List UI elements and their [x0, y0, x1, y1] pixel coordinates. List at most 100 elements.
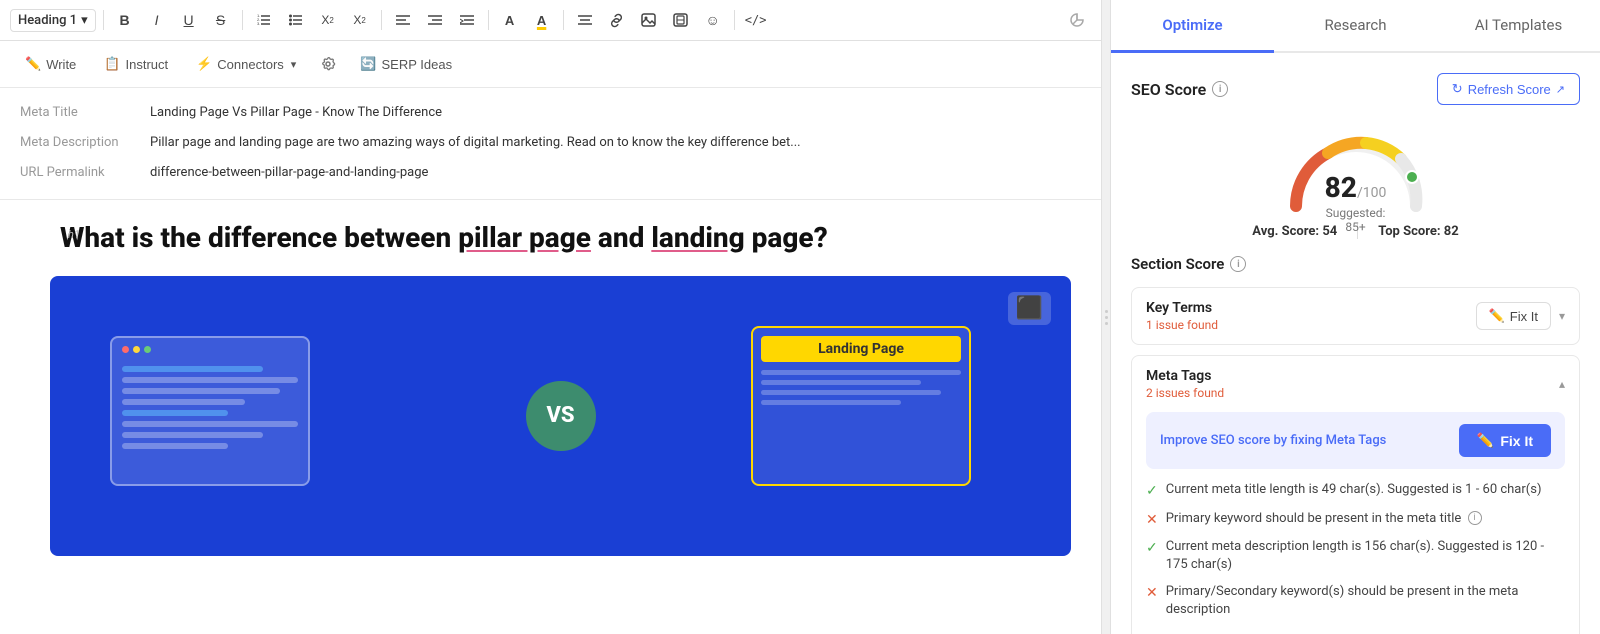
- subscript-button[interactable]: X2: [314, 6, 342, 34]
- seo-score-label: SEO Score: [1131, 80, 1206, 99]
- superscript-button[interactable]: X2: [346, 6, 374, 34]
- landing-page-box: Landing Page: [751, 326, 971, 486]
- key-terms-right: ✏️ Fix It ▾: [1476, 302, 1565, 330]
- align-center-button[interactable]: [571, 6, 599, 34]
- meta-description-value[interactable]: Pillar page and landing page are two ama…: [150, 134, 801, 152]
- serp-ideas-button[interactable]: 🔄 SERP Ideas: [349, 51, 463, 77]
- gauge-svg: 82/100 Suggested: 85+: [1276, 121, 1436, 216]
- strikethrough-button[interactable]: S: [207, 6, 235, 34]
- meta-tags-issue: 2 issues found: [1146, 386, 1224, 400]
- check-item-3: ✓ Current meta description length is 156…: [1146, 538, 1565, 574]
- improve-banner: Improve SEO score by fixing Meta Tags ✏️…: [1146, 412, 1565, 469]
- check-text-1: Current meta title length is 49 char(s).…: [1166, 481, 1542, 499]
- align-right-button[interactable]: [421, 6, 449, 34]
- history-button[interactable]: [1063, 6, 1091, 34]
- check-item-4: ✕ Primary/Secondary keyword(s) should be…: [1146, 583, 1565, 619]
- title-part1: What is the difference between: [60, 221, 458, 254]
- heading-select-label: Heading 1: [18, 13, 77, 28]
- unordered-list-button[interactable]: [282, 6, 310, 34]
- key-terms-item: Key Terms 1 issue found ✏️ Fix It ▾: [1131, 287, 1580, 345]
- indent-button[interactable]: [453, 6, 481, 34]
- instruct-label: Instruct: [125, 57, 168, 72]
- font-color-button[interactable]: A: [496, 6, 524, 34]
- tab-research[interactable]: Research: [1274, 0, 1437, 53]
- instruct-icon: 📋: [104, 56, 120, 72]
- refresh-icon: ↻: [1452, 81, 1463, 97]
- check-info-icon[interactable]: i: [1468, 511, 1482, 525]
- write-icon: ✏️: [25, 56, 41, 72]
- media-button[interactable]: [667, 6, 695, 34]
- code-button[interactable]: </>: [742, 6, 770, 34]
- article-image: Landing Page VS ⬛: [50, 276, 1071, 556]
- meta-description-row: Meta Description Pillar page and landing…: [20, 128, 1081, 158]
- underline-button[interactable]: U: [175, 6, 203, 34]
- meta-title-row: Meta Title Landing Page Vs Pillar Page -…: [20, 98, 1081, 128]
- editor-content[interactable]: h1 What is the difference between pillar…: [0, 200, 1101, 634]
- image-button[interactable]: [635, 6, 663, 34]
- seo-score-info-icon[interactable]: i: [1212, 81, 1228, 97]
- tab-optimize[interactable]: Optimize: [1111, 0, 1274, 53]
- key-terms-fix-it-button[interactable]: ✏️ Fix It: [1476, 302, 1551, 330]
- sub-toolbar: ✏️ Write 📋 Instruct ⚡ Connectors ▾ 🔄 SER…: [0, 41, 1101, 88]
- tab-research-label: Research: [1324, 16, 1386, 34]
- key-terms-header[interactable]: Key Terms 1 issue found ✏️ Fix It ▾: [1132, 288, 1579, 344]
- meta-tags-right: ▴: [1559, 377, 1565, 391]
- connectors-label: Connectors: [217, 57, 283, 72]
- resize-dot-1: [1105, 310, 1108, 313]
- emoji-button[interactable]: ☺: [699, 6, 727, 34]
- write-button[interactable]: ✏️ Write: [14, 51, 87, 77]
- resize-dot-2: [1105, 316, 1108, 319]
- resize-handle[interactable]: [1102, 0, 1110, 634]
- connectors-chevron-icon: ▾: [291, 58, 297, 71]
- article-title[interactable]: What is the difference between pillar pa…: [50, 220, 1071, 256]
- italic-button[interactable]: I: [143, 6, 171, 34]
- ordered-list-button[interactable]: 1.2.3.: [250, 6, 278, 34]
- connectors-button[interactable]: ⚡ Connectors ▾: [185, 51, 307, 77]
- gauge-score-max: /100: [1357, 185, 1386, 201]
- title-part2: and: [591, 221, 651, 254]
- check-err-icon-4: ✕: [1146, 584, 1158, 604]
- key-terms-issue: 1 issue found: [1146, 318, 1218, 332]
- img-block: img: [50, 276, 1071, 556]
- heading-select-chevron: ▾: [81, 13, 88, 28]
- serp-ideas-label: SERP Ideas: [382, 57, 453, 72]
- gear-button[interactable]: [313, 49, 343, 79]
- editor-panel: Heading 1 ▾ B I U S 1.2.3. X2 X2 A A: [0, 0, 1102, 634]
- meta-title-label: Meta Title: [20, 104, 150, 120]
- align-left-button[interactable]: [389, 6, 417, 34]
- refresh-score-label: Refresh Score: [1468, 82, 1551, 97]
- bold-button[interactable]: B: [111, 6, 139, 34]
- top-score-value: 82: [1444, 224, 1459, 239]
- content-line-4: [122, 399, 245, 405]
- meta-tags-header[interactable]: Meta Tags 2 issues found ▴: [1132, 356, 1579, 412]
- toolbar-divider-2: [242, 10, 243, 30]
- section-score-info-icon[interactable]: i: [1230, 256, 1246, 272]
- refresh-score-button[interactable]: ↻ Refresh Score ↗: [1437, 73, 1580, 105]
- meta-tags-expand: Improve SEO score by fixing Meta Tags ✏️…: [1132, 412, 1579, 634]
- meta-tags-fix-it-button[interactable]: ✏️ Fix It: [1459, 424, 1551, 457]
- meta-tags-fix-it-label: Fix It: [1500, 433, 1533, 449]
- meta-tags-chevron-icon: ▴: [1559, 377, 1565, 391]
- landing-line-1: [761, 370, 961, 375]
- instruct-button[interactable]: 📋 Instruct: [93, 51, 179, 77]
- improve-banner-text: Improve SEO score by fixing Meta Tags: [1160, 433, 1386, 448]
- title-part3: page?: [745, 221, 828, 254]
- meta-title-value[interactable]: Landing Page Vs Pillar Page - Know The D…: [150, 104, 442, 122]
- svg-text:3.: 3.: [257, 21, 260, 26]
- url-permalink-value[interactable]: difference-between-pillar-page-and-landi…: [150, 164, 428, 182]
- tab-ai-templates-label: AI Templates: [1475, 16, 1562, 34]
- content-line-2: [122, 377, 298, 383]
- content-line-7: [122, 432, 263, 438]
- resize-dot-3: [1105, 322, 1108, 325]
- resize-dots: [1105, 310, 1108, 325]
- key-terms-title: Key Terms: [1146, 300, 1218, 316]
- link-button[interactable]: [603, 6, 631, 34]
- content-line-6: [122, 421, 298, 427]
- key-terms-chevron-icon: ▾: [1559, 309, 1565, 323]
- toolbar-divider-4: [488, 10, 489, 30]
- highlight-button[interactable]: A: [528, 6, 556, 34]
- heading-select[interactable]: Heading 1 ▾: [10, 9, 96, 32]
- tab-ai-templates[interactable]: AI Templates: [1437, 0, 1600, 53]
- serp-ideas-icon: 🔄: [360, 56, 376, 72]
- browser-dots: [112, 338, 308, 361]
